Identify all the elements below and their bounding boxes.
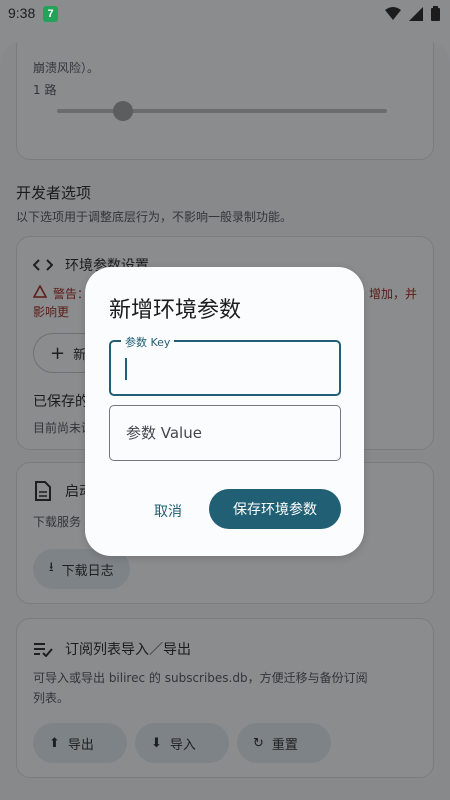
warning-text-line2: 影响更 <box>33 305 70 319</box>
code-icon <box>33 259 53 271</box>
param-value-input[interactable] <box>110 406 340 460</box>
subscriptions-card: 订阅列表导入／导出 可导入或导出 bilirec 的 subscribes.db… <box>16 618 434 778</box>
warning-text-tail: 增加，并 <box>369 287 418 301</box>
document-icon <box>35 481 51 501</box>
subscriptions-card-title: 订阅列表导入／导出 <box>65 642 191 658</box>
subscriptions-description-line2: 列表。 <box>33 691 70 705</box>
wifi-icon <box>385 6 401 20</box>
slider-thumb[interactable] <box>113 101 133 121</box>
plus-icon: + <box>50 342 66 364</box>
log-card-description: 下载服务 <box>33 515 82 529</box>
concurrency-card: 崩溃风险）。 1 路 <box>16 42 434 160</box>
battery-icon <box>431 6 440 21</box>
import-button[interactable]: ⬇ 导入 <box>135 723 229 763</box>
reset-button-label: 重置 <box>271 737 298 753</box>
signal-icon <box>409 6 423 21</box>
saved-params-label: 已保存的 <box>33 394 89 410</box>
playlist-icon <box>34 643 53 657</box>
export-button-label: 导出 <box>67 737 94 753</box>
warning-icon <box>33 285 47 298</box>
download-icon: ⭳ <box>49 560 54 575</box>
param-key-field[interactable]: 参数 Key <box>109 334 341 396</box>
section-title: 开发者选项 <box>16 184 92 202</box>
card-text-fragment: 崩溃风险）。 <box>33 61 100 75</box>
status-icons <box>385 6 440 21</box>
add-env-param-dialog: 新增环境参数 参数 Key 取消 保存环境参数 <box>85 267 364 556</box>
param-key-input[interactable] <box>111 342 339 394</box>
file-upload-icon: ⬆ <box>49 735 60 751</box>
dialog-title: 新增环境参数 <box>109 298 242 323</box>
param-value-field[interactable] <box>109 405 341 461</box>
status-bar: 9:38 7 <box>0 0 450 30</box>
notification-badge-icon: 7 <box>43 6 58 22</box>
subscriptions-description: 可导入或导出 bilirec 的 subscribes.db，方便迁移与备份订阅 <box>33 671 368 685</box>
status-time: 9:38 <box>8 5 36 21</box>
warning-text: 警告： <box>53 287 90 301</box>
save-env-param-button[interactable]: 保存环境参数 <box>209 489 341 529</box>
concurrency-slider[interactable] <box>57 109 387 113</box>
export-button[interactable]: ⬆ 导出 <box>33 723 127 763</box>
slider-value-label: 1 路 <box>33 83 57 97</box>
refresh-icon: ↻ <box>253 735 264 751</box>
cancel-button[interactable]: 取消 <box>133 491 203 531</box>
reset-button[interactable]: ↻ 重置 <box>237 723 331 763</box>
empty-params-label: 目前尚未设 <box>33 421 94 435</box>
file-download-icon: ⬇ <box>151 735 162 751</box>
section-description: 以下选项用于调整底层行为，不影响一般录制功能。 <box>16 210 293 224</box>
download-button-label: 下载日志 <box>61 563 114 579</box>
text-caret <box>125 358 127 380</box>
import-button-label: 导入 <box>169 737 196 753</box>
